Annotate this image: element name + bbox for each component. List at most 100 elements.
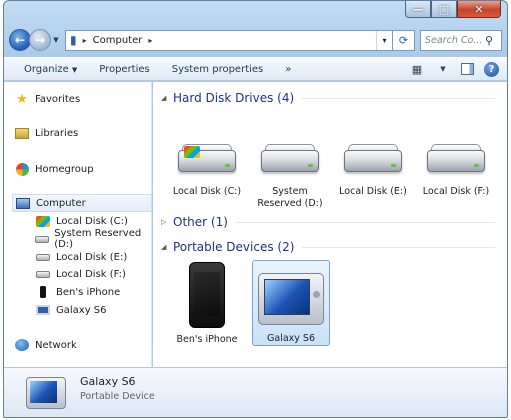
search-placeholder: Search Co...: [425, 34, 483, 46]
drive-label: System Reserved (D:): [257, 186, 323, 209]
search-icon[interactable]: ⚲: [485, 34, 501, 47]
nav-item-system-reserved-d[interactable]: System Reserved (D:): [35, 228, 151, 250]
drive-tile[interactable]: Local Disk (E:): [333, 142, 413, 198]
close-button[interactable]: ✕: [457, 1, 501, 18]
computer-icon: [15, 196, 31, 210]
drive-tile[interactable]: System Reserved (D:): [250, 142, 330, 210]
nav-label: Homegroup: [35, 163, 94, 175]
refresh-icon: ⟳: [398, 33, 409, 47]
close-icon: ✕: [474, 2, 484, 16]
drive-label: Local Disk (E:): [339, 186, 407, 197]
nav-label: Ben's iPhone: [56, 286, 121, 298]
expand-triangle-icon[interactable]: ▷: [161, 218, 173, 226]
nav-label: Computer: [36, 197, 86, 209]
refresh-button[interactable]: ⟳: [393, 29, 415, 51]
properties-button[interactable]: Properties: [99, 64, 150, 75]
maximize-icon: □: [438, 2, 450, 16]
nav-label: Local Disk (C:): [56, 215, 128, 227]
group-title: Portable Devices (2): [173, 240, 295, 254]
nav-label: Local Disk (F:): [56, 268, 126, 280]
content-pane: ◢ Hard Disk Drives (4) Local Disk (C:) S…: [153, 82, 507, 367]
explorer-window: — □ ✕ ← → ▼ ▮ ▸ Computer ▸ ▾ ⟳ Search Co…: [3, 0, 508, 418]
device-tile[interactable]: Ben's iPhone: [167, 262, 247, 346]
drive-icon: [35, 267, 51, 281]
minimize-icon: —: [412, 2, 424, 16]
drive-icon: [35, 250, 51, 264]
maximize-button[interactable]: □: [431, 1, 457, 18]
nav-item-network[interactable]: Network: [14, 336, 77, 354]
group-header-hard-disk-drives[interactable]: ◢ Hard Disk Drives (4): [161, 89, 495, 107]
drive-icon: [425, 142, 487, 180]
drive-label: Local Disk (F:): [422, 186, 490, 197]
network-icon: [14, 338, 30, 352]
details-item-name: Galaxy S6: [80, 375, 136, 388]
portable-device-icon: [258, 273, 324, 325]
drive-icon: [342, 142, 404, 180]
forward-arrow-icon: →: [34, 33, 46, 47]
portable-device-icon: [26, 377, 66, 409]
collapse-triangle-icon[interactable]: ◢: [161, 94, 173, 102]
command-bar: Organize ▼ Properties System properties »…: [4, 57, 507, 81]
phone-icon: [35, 285, 51, 299]
computer-icon: ▮: [70, 33, 77, 47]
address-bar[interactable]: ▮ ▸ Computer ▸ ▾: [65, 29, 393, 51]
back-arrow-icon: ←: [14, 33, 26, 47]
collapse-triangle-icon[interactable]: ◢: [161, 243, 173, 251]
view-options-dropdown-icon[interactable]: ▼: [435, 61, 451, 77]
nav-item-homegroup[interactable]: Homegroup: [14, 160, 94, 178]
organize-button[interactable]: Organize ▼: [24, 64, 77, 75]
group-header-other[interactable]: ▷ Other (1): [161, 213, 495, 231]
chevron-down-icon: ▼: [71, 65, 78, 74]
more-commands-button[interactable]: »: [285, 64, 291, 75]
forward-button[interactable]: →: [29, 29, 51, 51]
search-input[interactable]: Search Co... ⚲: [420, 29, 502, 51]
star-icon: ★: [16, 91, 28, 107]
nav-item-bens-iphone[interactable]: Ben's iPhone: [35, 283, 120, 301]
nav-label: Favorites: [35, 93, 81, 105]
breadcrumb-computer[interactable]: Computer: [93, 35, 143, 46]
breadcrumb-separator[interactable]: ▸: [83, 36, 87, 45]
homegroup-icon: [14, 162, 30, 176]
details-pane: Galaxy S6 Portable Device: [4, 367, 507, 417]
windows-drive-icon: [176, 142, 238, 180]
phone-icon: [189, 262, 225, 328]
nav-item-computer[interactable]: Computer: [12, 194, 152, 212]
group-title: Other (1): [173, 215, 228, 229]
portable-device-icon: [35, 303, 51, 317]
nav-item-galaxy-s6[interactable]: Galaxy S6: [35, 301, 107, 319]
drive-tile[interactable]: Local Disk (C:): [167, 142, 247, 198]
preview-pane-icon[interactable]: [461, 63, 474, 75]
group-divider: [302, 246, 495, 248]
nav-label: Libraries: [35, 127, 79, 139]
group-title: Hard Disk Drives (4): [173, 91, 295, 105]
device-tile-selected[interactable]: Galaxy S6: [252, 260, 330, 346]
device-label: Ben's iPhone: [176, 334, 238, 345]
libraries-icon: [14, 126, 30, 140]
nav-item-local-disk-e[interactable]: Local Disk (E:): [35, 248, 127, 266]
minimize-button[interactable]: —: [405, 1, 431, 18]
device-label: Galaxy S6: [267, 333, 315, 344]
nav-item-local-disk-f[interactable]: Local Disk (F:): [35, 265, 126, 283]
address-row: ← → ▼ ▮ ▸ Computer ▸ ▾ ⟳ Search Co... ⚲: [9, 27, 502, 53]
help-icon[interactable]: ?: [484, 61, 499, 77]
drive-tile[interactable]: Local Disk (F:): [416, 142, 496, 198]
drive-label: Local Disk (C:): [172, 186, 242, 197]
organize-label: Organize: [24, 63, 69, 75]
recent-pages-dropdown[interactable]: ▼: [51, 36, 61, 44]
group-divider: [235, 221, 495, 223]
details-item-type: Portable Device: [80, 391, 155, 402]
nav-label: Network: [35, 339, 77, 351]
caption-buttons: — □ ✕: [405, 1, 501, 18]
system-properties-button[interactable]: System properties: [172, 64, 264, 75]
windows-drive-icon: [35, 214, 51, 228]
back-button[interactable]: ←: [9, 29, 31, 51]
drive-icon: [35, 232, 50, 246]
address-dropdown-icon[interactable]: ▾: [376, 30, 392, 50]
change-view-icon[interactable]: ▦: [409, 61, 425, 77]
nav-item-favorites[interactable]: ★ Favorites: [14, 90, 80, 108]
breadcrumb-separator[interactable]: ▸: [148, 36, 152, 45]
group-divider: [302, 97, 495, 99]
group-header-portable-devices[interactable]: ◢ Portable Devices (2): [161, 238, 495, 256]
nav-label: Local Disk (E:): [56, 251, 128, 263]
nav-item-libraries[interactable]: Libraries: [14, 124, 78, 142]
